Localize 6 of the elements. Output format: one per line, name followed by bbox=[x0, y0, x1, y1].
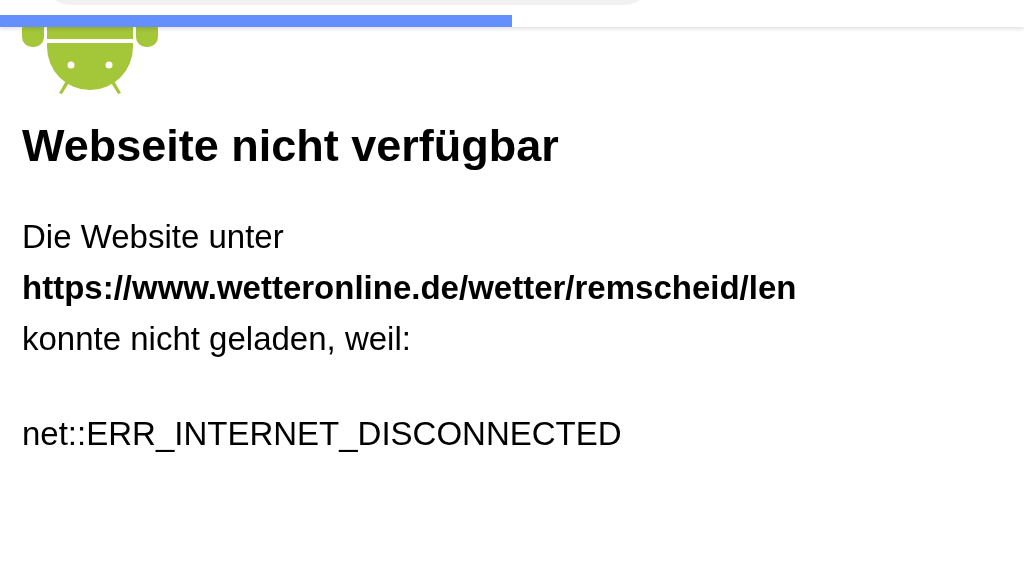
url-text: https://www.wetteronline.de/wetter/remscheid/len bbox=[22, 268, 797, 308]
error-code: net::ERR_INTERNET_DISCONNECTED bbox=[22, 414, 623, 454]
message-text: Die Website unter bbox=[22, 217, 284, 257]
message-text: konnte nicht geladen, weil: bbox=[22, 319, 411, 359]
page-title: Webseite nicht verfügbar bbox=[22, 119, 560, 173]
robot-icon bbox=[22, 27, 158, 95]
